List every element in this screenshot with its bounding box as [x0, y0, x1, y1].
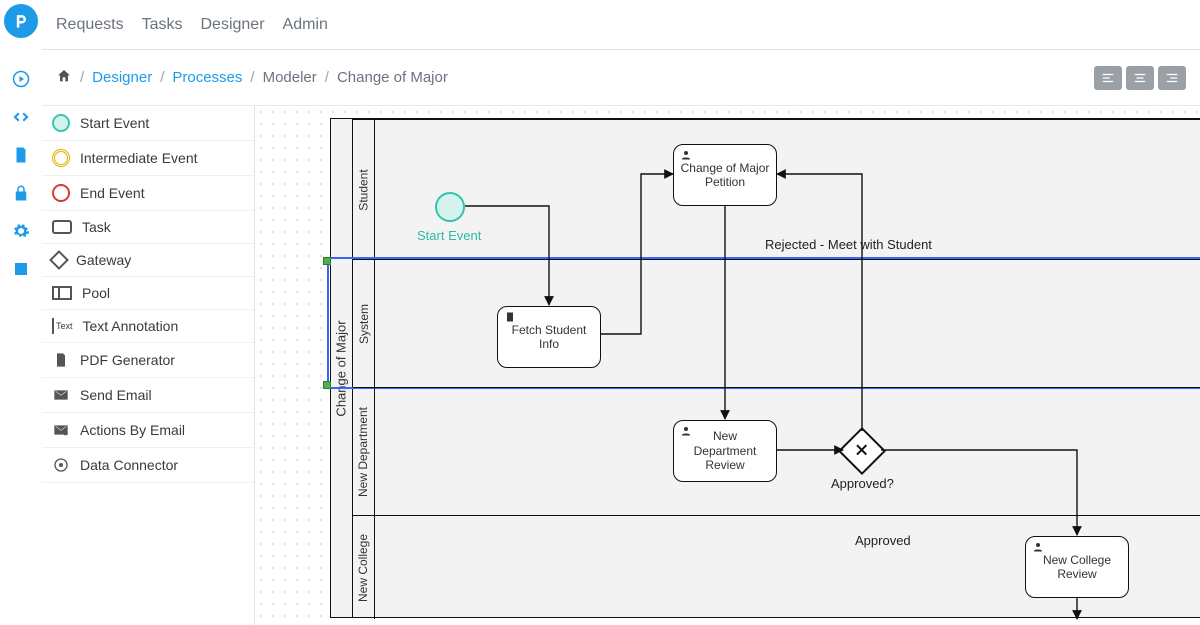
palette-pdf-generator[interactable]: PDF Generator: [42, 343, 254, 378]
crumb-processes[interactable]: Processes: [172, 69, 242, 86]
user-task-icon: [1032, 541, 1044, 556]
palette-task[interactable]: Task: [42, 211, 254, 244]
palette-start-event[interactable]: Start Event: [42, 106, 254, 141]
node-change-of-major-petition[interactable]: Change of Major Petition: [673, 144, 777, 206]
node-new-college-review[interactable]: New College Review: [1025, 536, 1129, 598]
align-center-button[interactable]: [1126, 66, 1154, 90]
crumb-modeler: Modeler: [263, 69, 317, 86]
palette-text-annotation[interactable]: TextText Annotation: [42, 310, 254, 343]
edge-label-rejected: Rejected - Meet with Student: [765, 237, 932, 252]
email-icon: [52, 386, 70, 404]
task-icon: [52, 220, 72, 234]
selection-handle[interactable]: [323, 381, 331, 389]
gateway-label: Approved?: [831, 476, 894, 491]
edge-label-approved: Approved: [855, 533, 911, 548]
align-left-button[interactable]: [1094, 66, 1122, 90]
pool-change-of-major[interactable]: Change of Major Student Start Event Chan…: [330, 118, 1200, 618]
lane-title-new-department: New Department: [353, 388, 375, 515]
palette-intermediate-event[interactable]: Intermediate Event: [42, 141, 254, 176]
end-event-icon: [52, 184, 70, 202]
align-buttons: [1094, 66, 1186, 90]
start-event-icon: [52, 114, 70, 132]
document-icon[interactable]: [0, 136, 42, 174]
palette-gateway[interactable]: Gateway: [42, 244, 254, 277]
user-task-icon: [680, 425, 692, 440]
node-start-event[interactable]: [435, 192, 465, 222]
nav-designer[interactable]: Designer: [201, 16, 265, 34]
gateway-icon: [49, 250, 69, 270]
nav-requests[interactable]: Requests: [56, 16, 124, 34]
lane-new-college[interactable]: New College New College Review: [353, 515, 1200, 619]
intermediate-event-icon: [52, 149, 70, 167]
modeler-canvas[interactable]: Change of Major Student Start Event Chan…: [255, 106, 1200, 625]
start-event-label: Start Event: [417, 228, 481, 243]
text-annotation-icon: Text: [52, 318, 73, 334]
crumb-current: Change of Major: [337, 69, 448, 86]
lane-title-system: System: [353, 260, 375, 387]
node-new-department-review[interactable]: New Department Review: [673, 420, 777, 482]
home-icon[interactable]: [56, 68, 72, 88]
lane-system[interactable]: System Fetch Student Info: [353, 259, 1200, 387]
palette-end-event[interactable]: End Event: [42, 176, 254, 211]
top-nav: Requests Tasks Designer Admin: [42, 0, 1200, 50]
left-sidebar: [0, 0, 42, 625]
palette-data-connector[interactable]: Data Connector: [42, 448, 254, 483]
node-fetch-student-info[interactable]: Fetch Student Info: [497, 306, 601, 368]
nav-tasks[interactable]: Tasks: [142, 16, 183, 34]
app-logo[interactable]: [4, 4, 38, 38]
lane-title-student: Student: [353, 120, 375, 259]
email-action-icon: [52, 421, 70, 439]
user-task-icon: [680, 149, 692, 164]
palette-pool[interactable]: Pool: [42, 277, 254, 310]
connector-icon: [52, 456, 70, 474]
node-gateway-approved[interactable]: [838, 427, 886, 475]
lane-title-new-college: New College: [353, 516, 375, 619]
nav-admin[interactable]: Admin: [283, 16, 328, 34]
align-right-button[interactable]: [1158, 66, 1186, 90]
lock-icon[interactable]: [0, 174, 42, 212]
pool-title: Change of Major: [331, 119, 353, 617]
selection-handle[interactable]: [323, 257, 331, 265]
pool-icon: [52, 286, 72, 300]
pdf-icon: [52, 351, 70, 369]
gear-icon[interactable]: [0, 212, 42, 250]
text-panel-icon[interactable]: [0, 250, 42, 288]
script-task-icon: [504, 311, 516, 326]
palette-actions-by-email[interactable]: Actions By Email: [42, 413, 254, 448]
breadcrumb: / Designer / Processes / Modeler / Chang…: [56, 68, 448, 88]
play-icon[interactable]: [0, 60, 42, 98]
element-palette: Start Event Intermediate Event End Event…: [42, 106, 255, 625]
code-icon[interactable]: [0, 98, 42, 136]
crumb-designer[interactable]: Designer: [92, 69, 152, 86]
breadcrumb-row: / Designer / Processes / Modeler / Chang…: [42, 50, 1200, 106]
gateway-x-icon: [854, 442, 870, 461]
lane-new-department[interactable]: New Department New Department Review App…: [353, 387, 1200, 515]
palette-send-email[interactable]: Send Email: [42, 378, 254, 413]
